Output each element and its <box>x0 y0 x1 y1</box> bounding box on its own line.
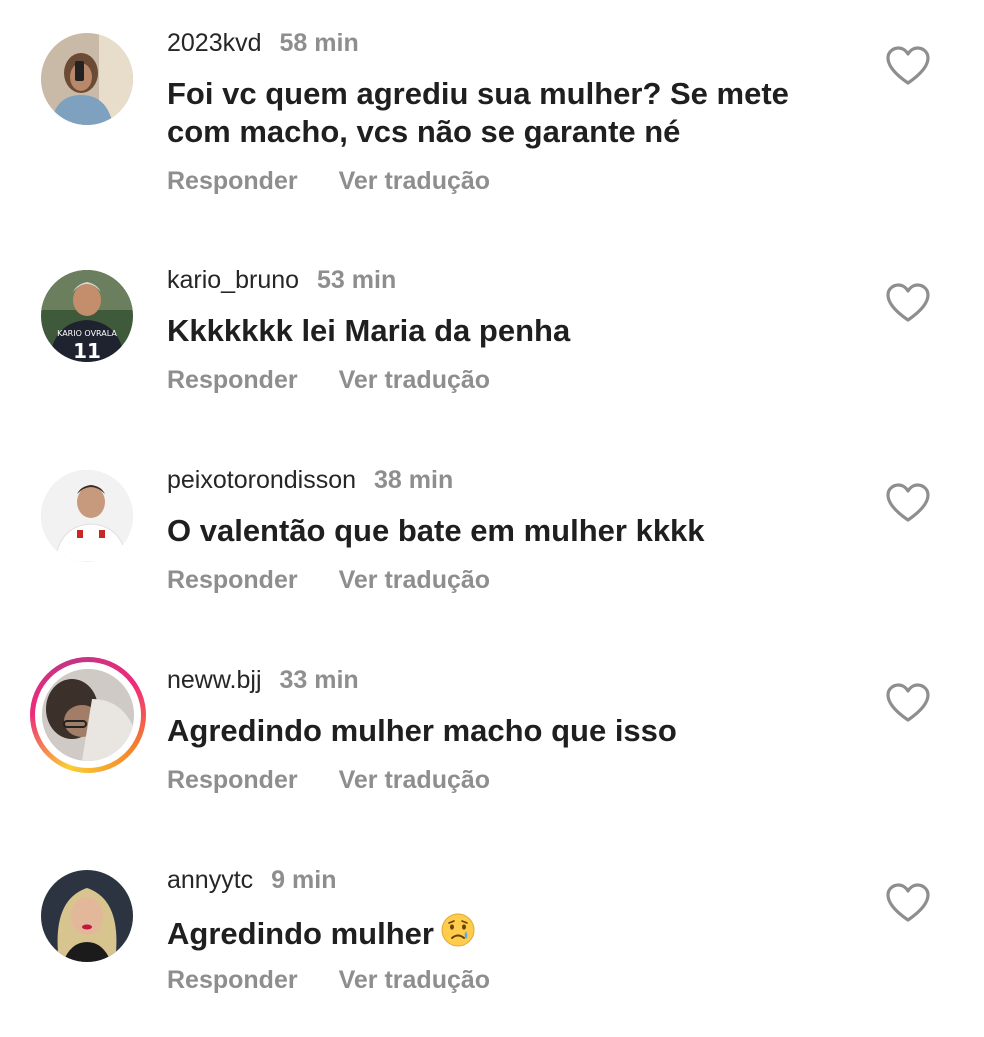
username[interactable]: kario_bruno <box>167 266 299 295</box>
comment-item: KARIO OVRALA 11 kario_bruno 53 min Kkkkk… <box>0 237 984 437</box>
timestamp: 33 min <box>279 665 359 694</box>
heart-outline-icon <box>886 483 930 522</box>
username[interactable]: peixotorondisson <box>167 466 356 495</box>
heart-outline-icon <box>886 683 930 722</box>
avatar[interactable] <box>41 870 133 962</box>
see-translation-button[interactable]: Ver tradução <box>339 766 490 795</box>
profile-photo <box>42 669 134 761</box>
username[interactable]: 2023kvd <box>167 29 262 58</box>
avatar[interactable] <box>41 33 133 125</box>
timestamp: 9 min <box>271 865 337 894</box>
comment-text: Foi vc quem agrediu sua mulher? Se mete … <box>167 76 789 149</box>
avatar-story-ring[interactable] <box>30 657 146 773</box>
like-button[interactable] <box>886 46 930 86</box>
see-translation-button[interactable]: Ver tradução <box>339 966 490 995</box>
timestamp: 58 min <box>279 28 359 57</box>
profile-photo <box>41 870 133 962</box>
reply-button[interactable]: Responder <box>167 167 298 196</box>
timestamp: 38 min <box>374 465 454 494</box>
reply-button[interactable]: Responder <box>167 966 298 995</box>
avatar[interactable]: KARIO OVRALA 11 <box>41 270 133 362</box>
comment-text-content: Agredindo mulher <box>167 916 434 951</box>
comment-item: peixotorondisson 38 min O valentão que b… <box>0 437 984 637</box>
reply-button[interactable]: Responder <box>167 766 298 795</box>
see-translation-button[interactable]: Ver tradução <box>339 566 490 595</box>
profile-photo: KARIO OVRALA 11 <box>41 270 133 362</box>
like-button[interactable] <box>886 883 930 923</box>
profile-photo <box>41 33 133 125</box>
username[interactable]: annyytc <box>167 866 253 895</box>
username[interactable]: neww.bjj <box>167 666 262 695</box>
heart-outline-icon <box>886 883 930 922</box>
reply-button[interactable]: Responder <box>167 566 298 595</box>
like-button[interactable] <box>886 483 930 523</box>
comment-text: Agredindo mulher macho que isso <box>167 713 677 748</box>
like-button[interactable] <box>886 283 930 323</box>
svg-text:KARIO OVRALA: KARIO OVRALA <box>57 329 117 338</box>
comment-item: 2023kvd 58 min Foi vc quem agrediu sua m… <box>0 0 984 200</box>
heart-outline-icon <box>886 46 930 85</box>
see-translation-button[interactable]: Ver tradução <box>339 167 490 196</box>
reply-button[interactable]: Responder <box>167 366 298 395</box>
timestamp: 53 min <box>317 265 397 294</box>
see-translation-button[interactable]: Ver tradução <box>339 366 490 395</box>
profile-photo <box>41 470 133 562</box>
comment-text: Kkkkkkk lei Maria da penha <box>167 313 571 348</box>
crying-face-emoji <box>440 912 476 957</box>
like-button[interactable] <box>886 683 930 723</box>
comment-item: neww.bjj 33 min Agredindo mulher macho q… <box>0 637 984 837</box>
heart-outline-icon <box>886 283 930 322</box>
avatar[interactable] <box>41 470 133 562</box>
comment-item: annyytc 9 min Agredindo mulher Responder… <box>0 837 984 1037</box>
comment-text: O valentão que bate em mulher kkkk <box>167 513 705 548</box>
svg-text:11: 11 <box>73 339 101 362</box>
comment-text: Agredindo mulher <box>167 912 857 957</box>
